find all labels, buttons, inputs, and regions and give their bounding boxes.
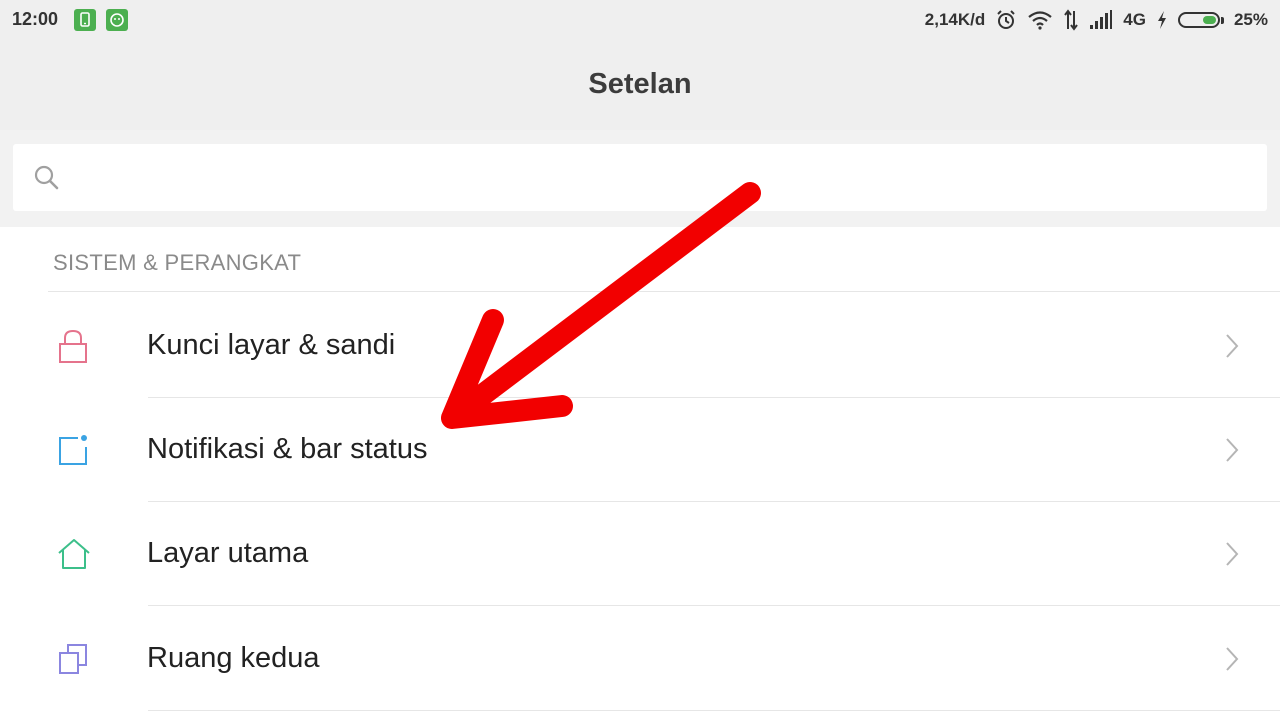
search-area — [0, 130, 1280, 227]
network-type: 4G — [1123, 10, 1146, 29]
data-transfer-icon — [1063, 9, 1079, 31]
section-title: SISTEM & PERANGKAT — [53, 250, 302, 275]
section-divider — [48, 291, 1280, 292]
second-space-icon — [56, 641, 90, 682]
chevron-right-icon — [1224, 540, 1240, 573]
signal-icon — [1089, 9, 1113, 31]
settings-item-label: Kunci layar & sandi — [147, 329, 396, 361]
wifi-icon — [1027, 9, 1053, 31]
item-divider — [148, 710, 1280, 711]
search-box[interactable] — [13, 144, 1267, 211]
title-bar: Setelan — [0, 40, 1280, 130]
status-icons: 2,14K/d 4G 25% — [925, 9, 1268, 31]
status-bar: 12:00 2,14K/d 4G 25% — [0, 0, 1280, 40]
chevron-right-icon — [1224, 645, 1240, 678]
settings-item-label: Layar utama — [147, 537, 309, 569]
notification-app-icon — [106, 9, 128, 31]
page-title: Setelan — [588, 68, 692, 100]
item-divider — [148, 605, 1280, 606]
settings-screen: 12:00 2,14K/d 4G 25% Setelan SISTEM & PE… — [0, 0, 1280, 720]
battery-percent: 25% — [1233, 10, 1268, 29]
settings-item-label: Ruang kedua — [147, 642, 320, 674]
notification-app-icon — [74, 9, 96, 31]
search-icon — [33, 164, 61, 197]
status-time: 12:00 — [12, 9, 59, 29]
charging-icon — [1156, 9, 1168, 31]
search-input[interactable] — [83, 154, 1247, 202]
chevron-right-icon — [1224, 332, 1240, 365]
lock-icon — [56, 328, 90, 369]
alarm-icon — [995, 9, 1017, 31]
settings-item-notifications[interactable]: Notifikasi & bar status — [0, 398, 1280, 502]
settings-item-second-space[interactable]: Ruang kedua — [0, 607, 1280, 711]
chevron-right-icon — [1224, 436, 1240, 469]
net-speed: 2,14K/d — [924, 10, 986, 29]
settings-item-label: Notifikasi & bar status — [147, 433, 428, 465]
battery-icon — [1177, 12, 1224, 28]
notification-icon — [56, 432, 90, 473]
settings-item-lock-screen[interactable]: Kunci layar & sandi — [0, 294, 1280, 398]
home-icon — [56, 536, 92, 577]
settings-item-home-screen[interactable]: Layar utama — [0, 502, 1280, 606]
